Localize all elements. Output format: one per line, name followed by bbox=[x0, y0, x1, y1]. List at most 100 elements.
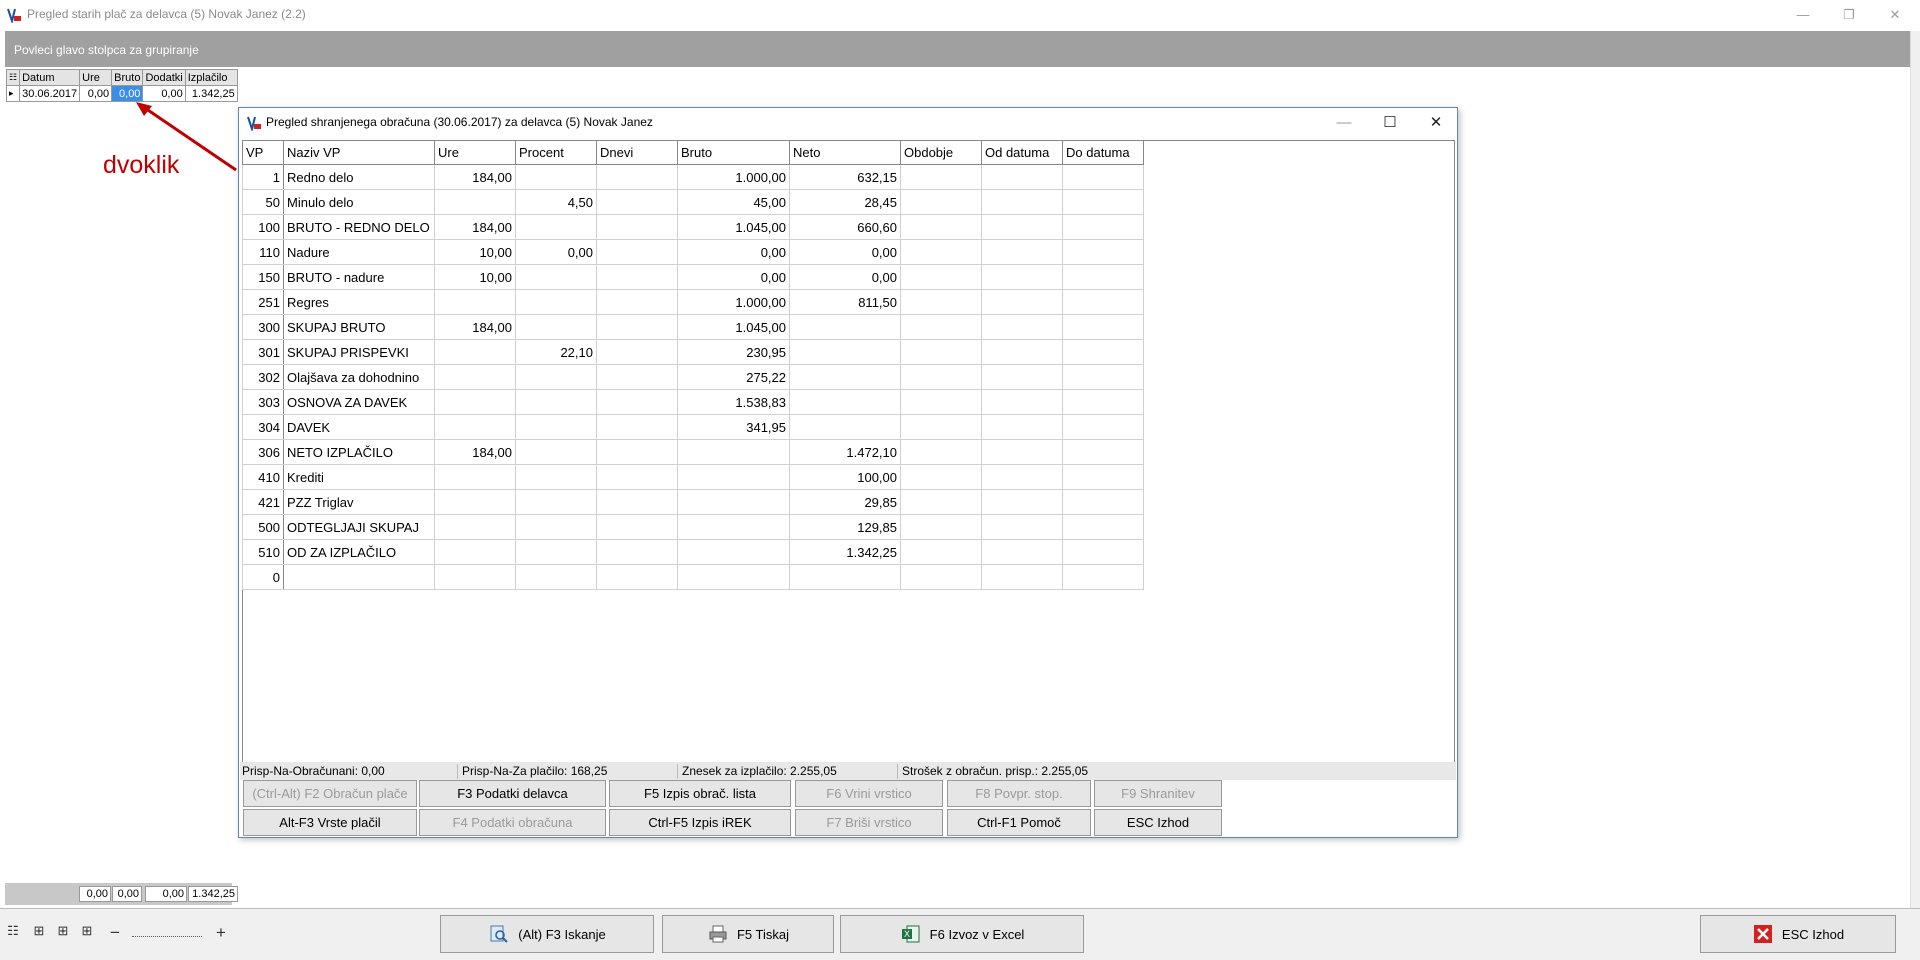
tree-level2-icon[interactable]: ⊞ bbox=[54, 923, 72, 941]
cell-do-datuma[interactable] bbox=[1062, 314, 1144, 340]
cell-bruto[interactable]: 1.045,00 bbox=[677, 314, 790, 340]
cell-bruto[interactable]: 45,00 bbox=[677, 189, 790, 215]
table-row[interactable]: 300 SKUPAJ BRUTO 184,00 1.045,00 bbox=[242, 314, 1144, 340]
minimize-button[interactable]: — bbox=[1780, 0, 1826, 30]
cell-procent[interactable] bbox=[515, 364, 597, 390]
cell-neto[interactable] bbox=[789, 414, 901, 440]
cell-neto[interactable]: 811,50 bbox=[789, 289, 901, 315]
cell-dnevi[interactable] bbox=[596, 414, 678, 440]
cell-obdobje[interactable] bbox=[900, 339, 982, 365]
cell-dnevi[interactable] bbox=[596, 439, 678, 465]
buttons_row2-button-0[interactable]: Alt-F3 Vrste plačil bbox=[243, 809, 417, 836]
buttons_row1-button-2[interactable]: F5 Izpis obrač. lista bbox=[609, 780, 791, 807]
cell-obdobje[interactable] bbox=[900, 264, 982, 290]
buttons_row1-button-5[interactable]: F9 Shranitev bbox=[1094, 780, 1222, 807]
cell-vp[interactable]: 0 bbox=[242, 564, 284, 590]
col-header-ure[interactable]: Ure bbox=[79, 69, 113, 86]
buttons_row2-button-2[interactable]: Ctrl-F5 Izpis iREK bbox=[609, 809, 791, 836]
cell-neto[interactable]: 29,85 bbox=[789, 489, 901, 515]
cell-naziv[interactable]: Krediti bbox=[283, 464, 435, 490]
cell-dnevi[interactable] bbox=[596, 564, 678, 590]
cell-do-datuma[interactable] bbox=[1062, 414, 1144, 440]
cell-bruto[interactable] bbox=[677, 489, 790, 515]
cell-ure[interactable] bbox=[434, 489, 516, 515]
col-header-datum[interactable]: Datum bbox=[19, 69, 81, 86]
cell-neto[interactable] bbox=[789, 339, 901, 365]
cell-procent[interactable] bbox=[515, 414, 597, 440]
cell-do-datuma[interactable] bbox=[1062, 564, 1144, 590]
cell-od-datuma[interactable] bbox=[981, 389, 1063, 415]
cell-bruto[interactable] bbox=[677, 564, 790, 590]
cell-od-datuma[interactable] bbox=[981, 339, 1063, 365]
cell-neto[interactable]: 1.342,25 bbox=[789, 539, 901, 565]
cell-obdobje[interactable] bbox=[900, 239, 982, 265]
cell-ure[interactable] bbox=[434, 539, 516, 565]
cell-do-datuma[interactable] bbox=[1062, 189, 1144, 215]
cell-od-datuma[interactable] bbox=[981, 564, 1063, 590]
cell-od-datuma[interactable] bbox=[981, 439, 1063, 465]
buttons_row2-button-3[interactable]: F7 Briši vrstico bbox=[795, 809, 943, 836]
buttons_row1-button-3[interactable]: F6 Vrini vrstico bbox=[795, 780, 943, 807]
cell-ure[interactable]: 10,00 bbox=[434, 239, 516, 265]
cell-neto[interactable]: 660,60 bbox=[789, 214, 901, 240]
col-header-vp[interactable]: VP bbox=[242, 140, 284, 165]
cell-od-datuma[interactable] bbox=[981, 214, 1063, 240]
cell-obdobje[interactable] bbox=[900, 389, 982, 415]
cell-dnevi[interactable] bbox=[596, 164, 678, 190]
cell-naziv[interactable]: PZZ Triglav bbox=[283, 489, 435, 515]
cell-obdobje[interactable] bbox=[900, 314, 982, 340]
export-excel-button[interactable]: X F6 Izvoz v Excel bbox=[840, 915, 1084, 953]
table-row[interactable]: 301 SKUPAJ PRISPEVKI 22,10 230,95 bbox=[242, 339, 1144, 365]
cell-dnevi[interactable] bbox=[596, 239, 678, 265]
cell-neto[interactable] bbox=[789, 389, 901, 415]
cell-naziv[interactable]: BRUTO - nadure bbox=[283, 264, 435, 290]
cell-ure[interactable]: 0,00 bbox=[79, 85, 113, 102]
cell-do-datuma[interactable] bbox=[1062, 239, 1144, 265]
payroll-lines-grid[interactable]: VP Naziv VP Ure Procent Dnevi Bruto Neto… bbox=[242, 140, 1144, 590]
cell-obdobje[interactable] bbox=[900, 364, 982, 390]
cell-vp[interactable]: 1 bbox=[242, 164, 284, 190]
cell-od-datuma[interactable] bbox=[981, 364, 1063, 390]
table-row[interactable]: 410 Krediti 100,00 bbox=[242, 464, 1144, 490]
cell-neto[interactable]: 28,45 bbox=[789, 189, 901, 215]
cell-bruto[interactable]: 275,22 bbox=[677, 364, 790, 390]
cell-obdobje[interactable] bbox=[900, 189, 982, 215]
cell-vp[interactable]: 421 bbox=[242, 489, 284, 515]
cell-bruto[interactable]: 0,00 bbox=[677, 264, 790, 290]
column-menu-icon[interactable]: ☷ bbox=[5, 69, 21, 86]
cell-obdobje[interactable] bbox=[900, 414, 982, 440]
cell-dnevi[interactable] bbox=[596, 339, 678, 365]
cell-naziv[interactable]: OSNOVA ZA DAVEK bbox=[283, 389, 435, 415]
exit-button[interactable]: ESC Izhod bbox=[1700, 915, 1896, 953]
table-row[interactable]: 302 Olajšava za dohodnino 275,22 bbox=[242, 364, 1144, 390]
cell-bruto[interactable]: 0,00 bbox=[677, 239, 790, 265]
zoom-in-button[interactable]: + bbox=[212, 923, 230, 942]
cell-vp[interactable]: 410 bbox=[242, 464, 284, 490]
cell-do-datuma[interactable] bbox=[1062, 164, 1144, 190]
cell-procent[interactable] bbox=[515, 539, 597, 565]
cell-bruto[interactable]: 1.045,00 bbox=[677, 214, 790, 240]
tree-level3-icon[interactable]: ⊞ bbox=[78, 923, 96, 941]
cell-od-datuma[interactable] bbox=[981, 414, 1063, 440]
cell-od-datuma[interactable] bbox=[981, 239, 1063, 265]
cell-obdobje[interactable] bbox=[900, 289, 982, 315]
cell-ure[interactable] bbox=[434, 564, 516, 590]
cell-dnevi[interactable] bbox=[596, 314, 678, 340]
dialog-maximize-button[interactable]: ☐ bbox=[1367, 108, 1413, 138]
cell-vp[interactable]: 301 bbox=[242, 339, 284, 365]
cell-procent[interactable] bbox=[515, 439, 597, 465]
table-row[interactable]: 50 Minulo delo 4,50 45,00 28,45 bbox=[242, 189, 1144, 215]
cell-neto[interactable]: 100,00 bbox=[789, 464, 901, 490]
cell-neto[interactable] bbox=[789, 564, 901, 590]
table-row[interactable]: 421 PZZ Triglav 29,85 bbox=[242, 489, 1144, 515]
cell-bruto[interactable]: 341,95 bbox=[677, 414, 790, 440]
cell-dnevi[interactable] bbox=[596, 389, 678, 415]
col-header-naziv[interactable]: Naziv VP bbox=[283, 140, 435, 165]
cell-od-datuma[interactable] bbox=[981, 514, 1063, 540]
cell-dnevi[interactable] bbox=[596, 264, 678, 290]
expand-all-icon[interactable]: ☷ bbox=[4, 923, 22, 941]
cell-bruto[interactable] bbox=[677, 514, 790, 540]
cell-procent[interactable] bbox=[515, 164, 597, 190]
cell-dnevi[interactable] bbox=[596, 214, 678, 240]
cell-od-datuma[interactable] bbox=[981, 539, 1063, 565]
